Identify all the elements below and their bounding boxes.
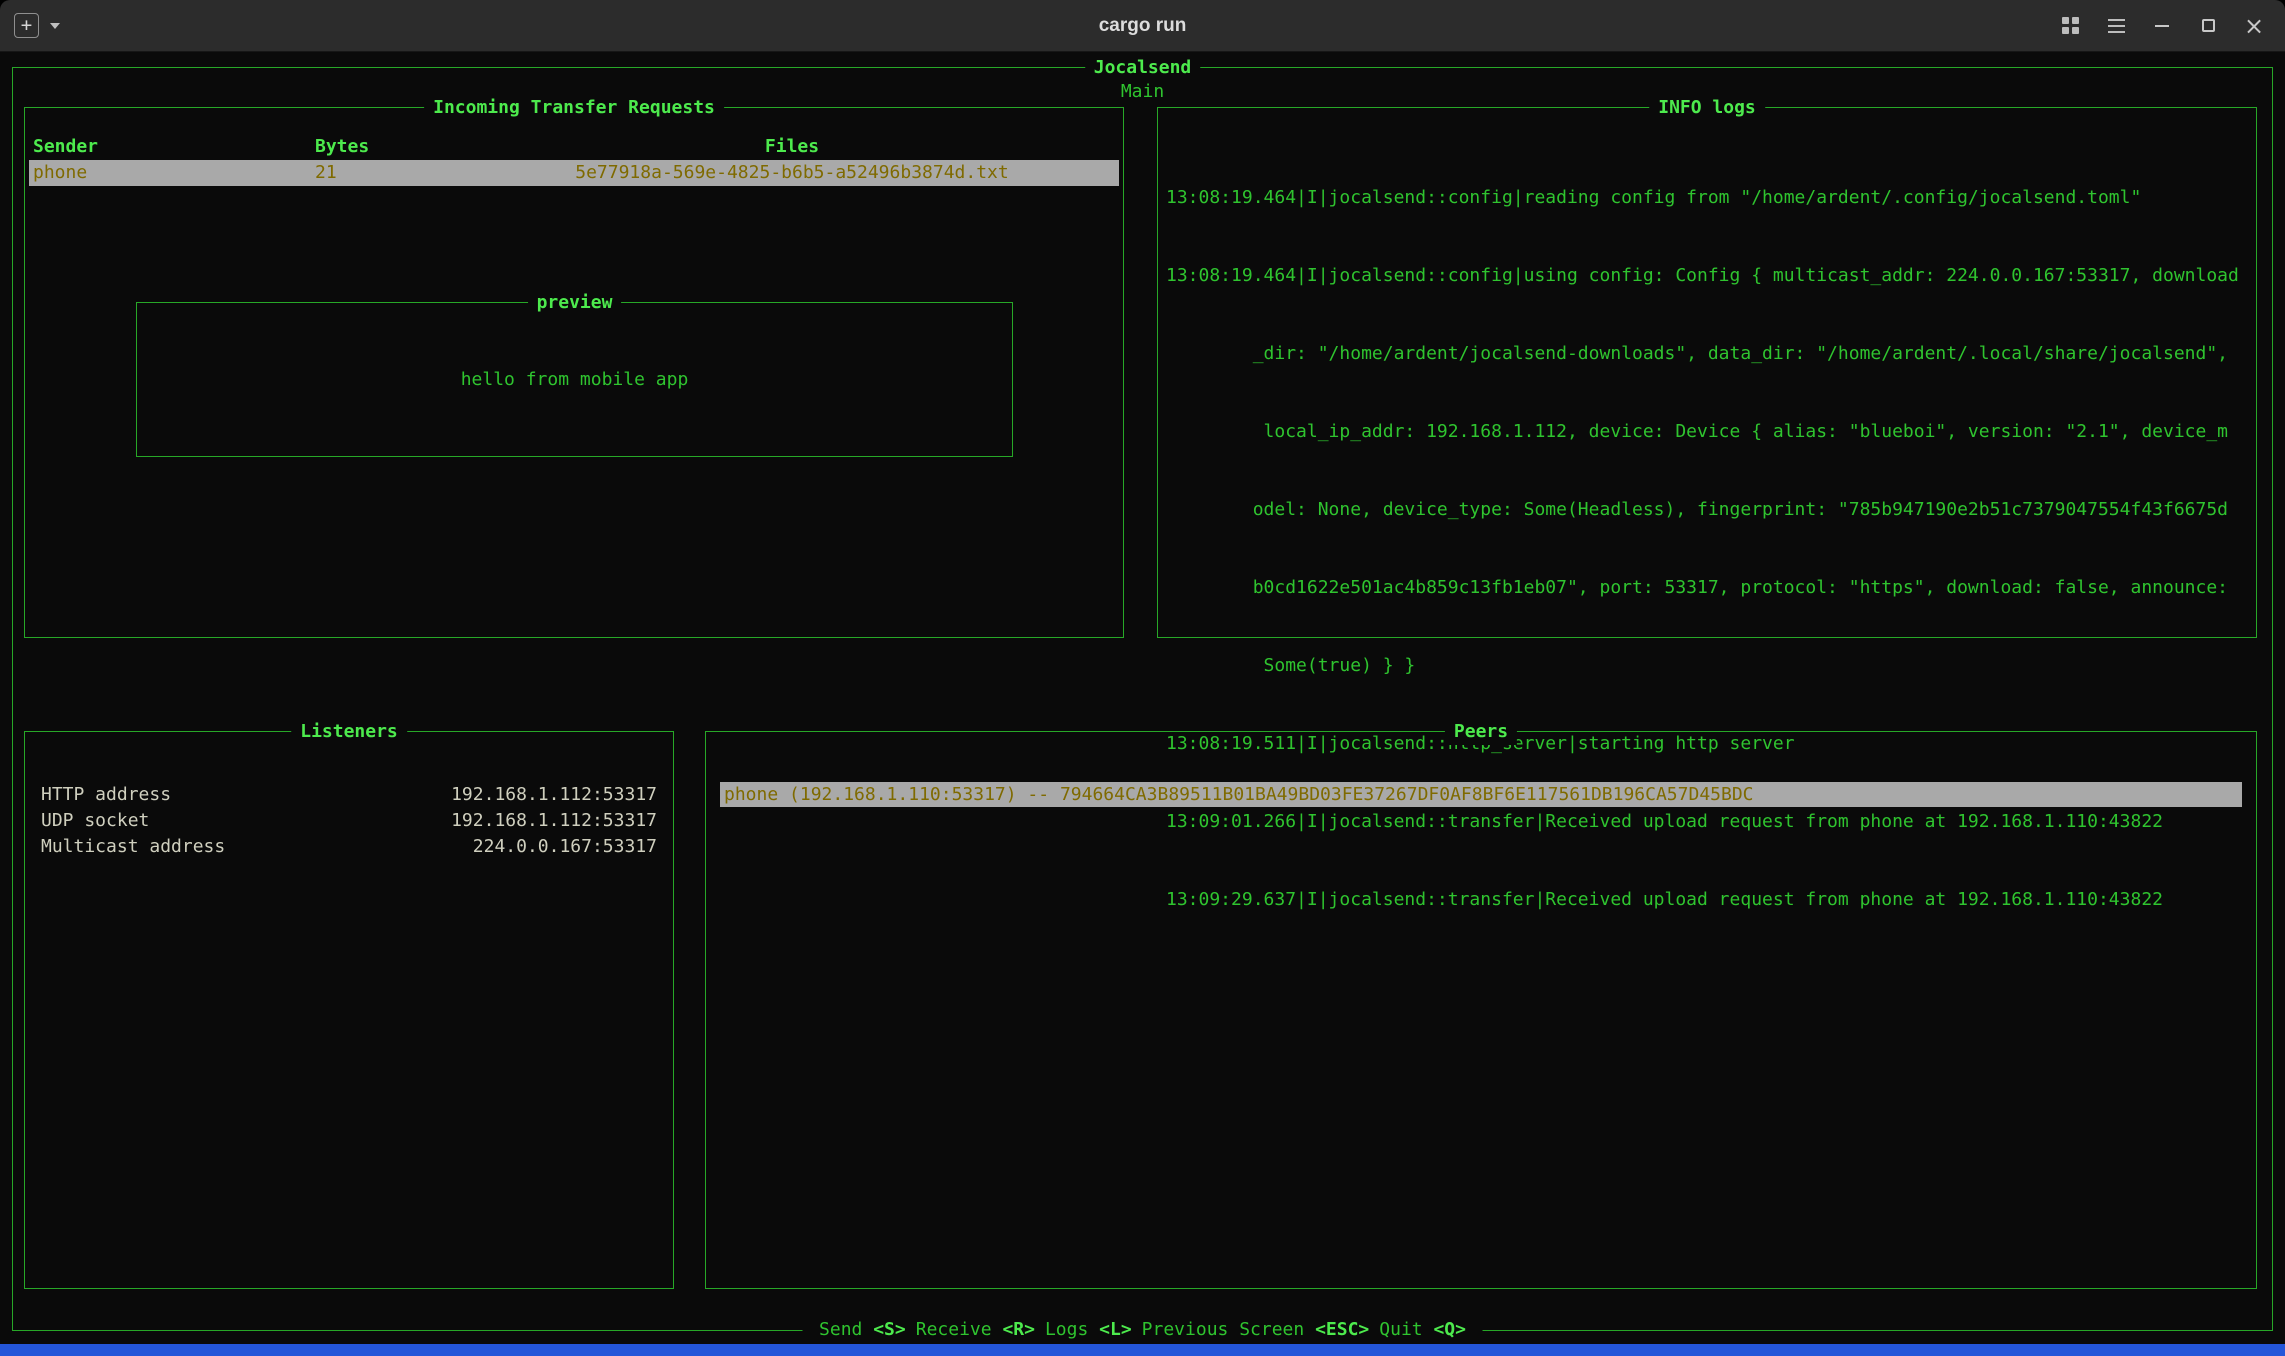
incoming-panel-title: Incoming Transfer Requests xyxy=(424,95,724,121)
peers-panel: Peers phone (192.168.1.110:53317) -- 794… xyxy=(705,731,2257,1289)
preview-content: hello from mobile app xyxy=(137,303,1012,456)
bottom-status-strip xyxy=(0,1344,2285,1356)
transfers-table-header: Sender Bytes Files xyxy=(29,134,1119,160)
info-logs-panel: INFO logs 13:08:19.464|I|jocalsend::conf… xyxy=(1157,107,2257,638)
listeners-list: HTTP address 192.168.1.112:53317 UDP soc… xyxy=(25,732,673,860)
app-title: Jocalsend xyxy=(1085,55,1201,81)
listener-row-udp: UDP socket 192.168.1.112:53317 xyxy=(41,808,657,834)
app-frame: Jocalsend Main Incoming Transfer Request… xyxy=(12,67,2273,1331)
new-tab-button[interactable]: + xyxy=(14,13,39,38)
log-line: odel: None, device_type: Some(Headless),… xyxy=(1166,497,2248,523)
peers-panel-title: Peers xyxy=(1445,719,1517,745)
incoming-transfers-panel: Incoming Transfer Requests Sender Bytes … xyxy=(24,107,1124,638)
close-icon: × xyxy=(2244,14,2264,38)
maximize-icon xyxy=(2202,19,2215,32)
menu-button[interactable] xyxy=(2105,15,2127,37)
minimize-button[interactable] xyxy=(2151,15,2173,37)
preview-box: preview hello from mobile app xyxy=(136,302,1013,457)
tab-grid-button[interactable] xyxy=(2059,15,2081,37)
peer-row[interactable]: phone (192.168.1.110:53317) -- 794664CA3… xyxy=(720,782,2242,807)
column-header-bytes: Bytes xyxy=(315,134,465,160)
tab-grid-icon xyxy=(2062,17,2079,34)
window-title: cargo run xyxy=(0,15,2285,37)
column-header-files: Files xyxy=(465,134,1119,160)
listener-label: HTTP address xyxy=(41,782,171,808)
log-line: 13:08:19.464|I|jocalsend::config|reading… xyxy=(1166,185,2248,211)
maximize-button[interactable] xyxy=(2197,15,2219,37)
transfer-sender: phone xyxy=(29,160,315,186)
keyhint-receive: Receive <R> xyxy=(916,1319,1035,1340)
listener-value: 192.168.1.112:53317 xyxy=(451,782,657,808)
terminal-screen: Jocalsend Main Incoming Transfer Request… xyxy=(0,52,2285,1356)
listeners-panel-title: Listeners xyxy=(291,719,407,745)
column-header-sender: Sender xyxy=(29,134,315,160)
log-line: b0cd1622e501ac4b859c13fb1eb07", port: 53… xyxy=(1166,575,2248,601)
keyhint-quit: Quit <Q> xyxy=(1379,1319,1466,1340)
listener-row-multicast: Multicast address 224.0.0.167:53317 xyxy=(41,834,657,860)
log-line: 13:08:19.464|I|jocalsend::config|using c… xyxy=(1166,263,2248,289)
new-tab-icon: + xyxy=(21,14,32,36)
logs-panel-title: INFO logs xyxy=(1649,95,1765,121)
log-line: _dir: "/home/ardent/jocalsend-downloads"… xyxy=(1166,341,2248,367)
preview-title: preview xyxy=(528,290,622,316)
transfer-files: 5e77918a-569e-4825-b6b5-a52496b3874d.txt xyxy=(465,160,1119,186)
menu-icon xyxy=(2108,19,2125,33)
window-titlebar[interactable]: + cargo run × xyxy=(0,0,2285,52)
keyhint-previous-screen: Previous Screen <ESC> xyxy=(1142,1319,1370,1340)
listener-value: 224.0.0.167:53317 xyxy=(473,834,657,860)
keyhint-logs: Logs <L> xyxy=(1045,1319,1132,1340)
minimize-icon xyxy=(2155,25,2169,27)
transfer-row[interactable]: phone 21 5e77918a-569e-4825-b6b5-a52496b… xyxy=(29,160,1119,186)
log-line: Some(true) } } xyxy=(1166,653,2248,679)
keyhint-send: Send <S> xyxy=(819,1319,906,1340)
listener-row-http: HTTP address 192.168.1.112:53317 xyxy=(41,782,657,808)
chevron-down-icon[interactable] xyxy=(50,23,60,29)
screen-name: Main xyxy=(13,79,2272,105)
keybinding-bar: Send <S> Receive <R> Logs <L> Previous Scre… xyxy=(802,1317,1483,1343)
listener-label: UDP socket xyxy=(41,808,149,834)
close-button[interactable]: × xyxy=(2243,15,2265,37)
listeners-panel: Listeners HTTP address 192.168.1.112:533… xyxy=(24,731,674,1289)
listener-value: 192.168.1.112:53317 xyxy=(451,808,657,834)
listener-label: Multicast address xyxy=(41,834,225,860)
log-line: local_ip_addr: 192.168.1.112, device: De… xyxy=(1166,419,2248,445)
transfer-bytes: 21 xyxy=(315,160,465,186)
